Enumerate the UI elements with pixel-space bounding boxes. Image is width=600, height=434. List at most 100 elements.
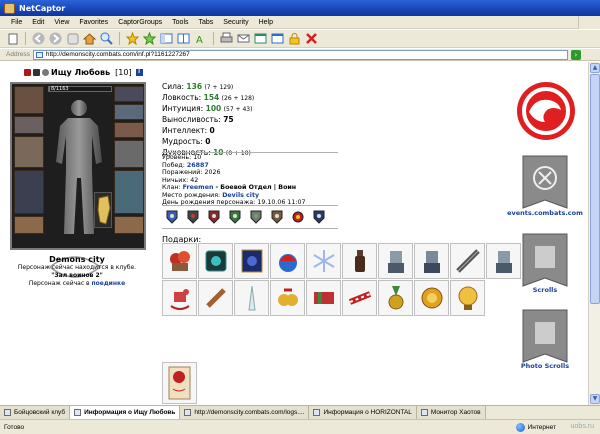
- badge-navy-shield-icon[interactable]: [313, 210, 325, 224]
- photo-scrolls-banner-icon[interactable]: [520, 308, 570, 366]
- gift-candy-icon[interactable]: [306, 280, 341, 316]
- gift-book-icon[interactable]: [234, 243, 269, 279]
- menu-tabs[interactable]: Tabs: [194, 19, 219, 26]
- browser-tab[interactable]: Информация о Ищу Любовь: [70, 406, 181, 419]
- gift-knight-b-icon[interactable]: [414, 243, 449, 279]
- menu-help[interactable]: Help: [254, 19, 278, 26]
- badge-red-star-icon[interactable]: [292, 210, 304, 224]
- menu-file[interactable]: File: [6, 19, 27, 26]
- menu-tools[interactable]: Tools: [167, 19, 193, 26]
- offhand-weapon-slot-icon[interactable]: [114, 140, 144, 168]
- scrolls-banner-icon[interactable]: [520, 232, 570, 290]
- window-icon[interactable]: [254, 32, 267, 45]
- scroll-down-icon[interactable]: ▼: [590, 394, 600, 404]
- menu-favorites[interactable]: Favorites: [74, 19, 113, 26]
- boots-slot-icon[interactable]: [114, 216, 144, 234]
- fight-link[interactable]: поединке: [91, 280, 125, 287]
- gift-bells-icon[interactable]: [270, 280, 305, 316]
- forward-icon[interactable]: [49, 32, 62, 45]
- tile-icon[interactable]: [177, 32, 190, 45]
- close-tab-icon[interactable]: [305, 32, 318, 45]
- browser-tab[interactable]: Монитор Хаотов: [416, 406, 486, 419]
- stop-icon[interactable]: [66, 32, 79, 45]
- tab-label: Информация о HORIZONTAL: [323, 409, 412, 416]
- browser-tab[interactable]: Информация о HORIZONTAL: [309, 406, 417, 419]
- stat-extra: (7 + 129): [204, 84, 234, 91]
- toolbar: A: [0, 30, 600, 48]
- gift-medal-icon[interactable]: [378, 280, 413, 316]
- gift-mirror-icon[interactable]: [198, 243, 233, 279]
- menu-captorgroups[interactable]: CaptorGroups: [113, 19, 167, 26]
- leggings-slot-icon[interactable]: [114, 170, 144, 214]
- badge-blue-shield-icon[interactable]: [166, 210, 178, 224]
- letter-gift-icon[interactable]: [162, 362, 197, 404]
- gift-knight-a-icon[interactable]: [378, 243, 413, 279]
- search-icon[interactable]: [100, 32, 113, 45]
- gift-bottle-icon[interactable]: [342, 243, 377, 279]
- menu-edit[interactable]: Edit: [27, 19, 49, 26]
- events-banner-icon[interactable]: [520, 154, 570, 212]
- equipment-panel: 8/1163: [10, 82, 146, 250]
- badge-green-shield-icon[interactable]: [229, 210, 241, 224]
- lock-icon[interactable]: [288, 32, 301, 45]
- helmet-slot-icon[interactable]: [14, 86, 44, 114]
- clan-label: Клан:: [162, 184, 181, 191]
- scrolls-link[interactable]: Scrolls: [500, 286, 588, 294]
- gift-rocking-horse-icon[interactable]: [162, 280, 197, 316]
- gift-cracker-icon[interactable]: [342, 280, 377, 316]
- events-link[interactable]: events.combats.com: [500, 209, 588, 217]
- new-page-icon[interactable]: [6, 32, 19, 45]
- ring-slot-icon[interactable]: [114, 104, 144, 120]
- gift-flowers-icon[interactable]: [162, 243, 197, 279]
- status-bar: Готово Интернет: [0, 419, 600, 434]
- gift-santa-hat-icon[interactable]: [270, 243, 305, 279]
- combats-logo-icon[interactable]: [515, 80, 577, 142]
- scroll-up-icon[interactable]: ▲: [590, 63, 600, 73]
- badge-red-shield-icon[interactable]: [208, 210, 220, 224]
- cloak-slot-icon[interactable]: [14, 170, 44, 214]
- go-icon[interactable]: ›: [570, 49, 581, 60]
- gift-snowflake-icon[interactable]: [306, 243, 341, 279]
- badge-dark-shield-icon[interactable]: [187, 210, 199, 224]
- stat-row: Интеллект: 0: [162, 126, 254, 137]
- gift-golden-disc-icon[interactable]: [450, 280, 485, 316]
- gift-golden-coin-icon[interactable]: [414, 280, 449, 316]
- belt-slot-icon[interactable]: [14, 216, 44, 234]
- badge-brown-shield-icon[interactable]: [271, 210, 283, 224]
- gift-icicle-icon[interactable]: [234, 280, 269, 316]
- stat-row: Интуиция: 100 (57 + 43): [162, 104, 254, 115]
- mail-icon[interactable]: [237, 32, 250, 45]
- gift-knight-c-icon[interactable]: [486, 243, 521, 279]
- badge-gray-shield-icon[interactable]: [250, 210, 262, 224]
- favorites-star-icon[interactable]: [126, 32, 139, 45]
- menu-view[interactable]: View: [49, 19, 74, 26]
- tab-label: http://demonscity.combats.com/logs....: [194, 409, 305, 416]
- clan-link[interactable]: Freemen: [183, 184, 214, 191]
- browser-tab[interactable]: http://demonscity.combats.com/logs....: [180, 406, 310, 419]
- address-input[interactable]: http://demonscity.combats.com/inf.pl?116…: [32, 49, 568, 60]
- layout-icon[interactable]: [160, 32, 173, 45]
- stat-label: Выносливость:: [162, 115, 221, 124]
- birthplace-label: Место рождения:: [162, 191, 221, 199]
- gift-scroll-sword-icon[interactable]: [450, 243, 485, 279]
- bracer-slot-icon[interactable]: [14, 116, 44, 134]
- info-icon[interactable]: i: [135, 69, 143, 76]
- vertical-scrollbar[interactable]: ▲ ▼: [588, 62, 600, 405]
- print-icon[interactable]: [220, 32, 233, 45]
- losses-label: Поражений:: [162, 169, 203, 176]
- window-copy-icon[interactable]: [271, 32, 284, 45]
- back-icon[interactable]: [32, 32, 45, 45]
- gift-rolling-pin-icon[interactable]: [198, 280, 233, 316]
- photo-scrolls-link[interactable]: Photo Scrolls: [500, 362, 588, 370]
- axe-weapon-slot-icon[interactable]: [14, 136, 44, 168]
- earring-slot-icon[interactable]: [114, 86, 144, 102]
- scroll-thumb[interactable]: [590, 74, 600, 304]
- text-size-icon[interactable]: A: [194, 32, 207, 45]
- home-icon[interactable]: [83, 32, 96, 45]
- browser-tab[interactable]: Бойцовский клуб: [0, 406, 71, 419]
- menu-security[interactable]: Security: [218, 19, 253, 26]
- rank-icon: [42, 69, 49, 76]
- add-favorite-icon[interactable]: [143, 32, 156, 45]
- gloves-slot-icon[interactable]: [114, 122, 144, 138]
- club-room: "Зал воинов 2": [51, 272, 103, 279]
